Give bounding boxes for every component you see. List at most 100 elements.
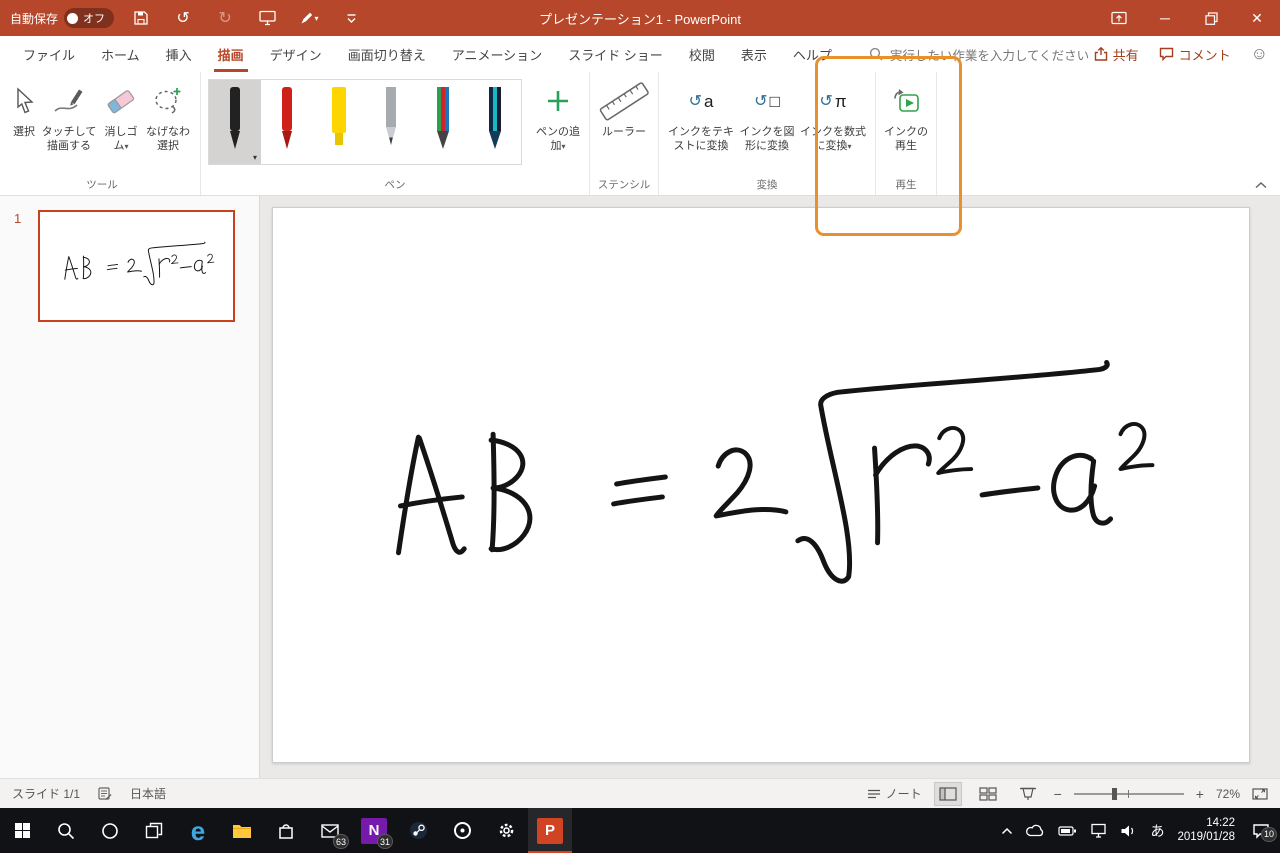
save-button[interactable] — [126, 3, 156, 33]
ime-mode-button[interactable]: あ — [1150, 821, 1164, 841]
store-bag-icon — [279, 823, 293, 839]
pen-tool-button[interactable]: ▾ — [294, 3, 324, 33]
slide-thumbnail[interactable] — [38, 210, 235, 322]
highlighter-yellow[interactable] — [313, 80, 365, 164]
ribbon-content: 選択 タッチして描画する 消しゴム▾ なげなわ選択 ツール ▾ ペンの追加▾ ペ… — [0, 72, 1280, 196]
camera-app-button[interactable] — [440, 808, 484, 853]
task-view-button[interactable] — [132, 808, 176, 853]
eraser-button[interactable]: 消しゴム▾ — [101, 76, 141, 154]
redo-button[interactable]: ↻ — [210, 3, 240, 33]
slide-sorter-view-button[interactable] — [974, 782, 1002, 806]
undo-button[interactable]: ↺ — [168, 3, 198, 33]
tab-insert[interactable]: 挿入 — [153, 36, 205, 72]
start-slideshow-button[interactable] — [252, 3, 282, 33]
ink-to-shape-label: インクを図形に変換 — [739, 126, 795, 152]
undo-icon: ↺ — [176, 10, 190, 27]
zoom-level[interactable]: 72% — [1216, 787, 1240, 801]
editing-canvas: AB = 2√r²−a² — [260, 196, 1280, 778]
status-indicator-button[interactable] — [98, 787, 112, 800]
restore-button[interactable] — [1188, 0, 1234, 36]
black-pen-icon — [230, 87, 240, 149]
autosave-toggle[interactable]: 自動保存 オフ — [10, 8, 115, 28]
tab-view[interactable]: 表示 — [728, 36, 780, 72]
slideshow-view-button[interactable] — [1014, 782, 1042, 806]
ink-to-shape-button[interactable]: ↺ □ インクを図形に変換 — [738, 76, 796, 153]
action-center-button[interactable]: 10 — [1252, 823, 1277, 842]
add-pen-label: ペンの追加▾ — [536, 126, 580, 152]
pen-options-caret-icon[interactable]: ▾ — [253, 153, 257, 162]
language-indicator[interactable]: 日本語 — [130, 785, 166, 802]
tab-design[interactable]: デザイン — [257, 36, 335, 72]
tab-home[interactable]: ホーム — [88, 36, 153, 72]
pen-red[interactable] — [261, 80, 313, 164]
normal-view-button[interactable] — [933, 781, 962, 806]
pen-rainbow[interactable] — [417, 80, 469, 164]
volume-tray-button[interactable] — [1120, 824, 1137, 838]
ink-to-text-button[interactable]: ↺ a インクをテキストに変換 — [666, 76, 736, 153]
lasso-select-button[interactable]: なげなわ選択 — [143, 76, 193, 153]
share-icon — [1094, 47, 1107, 61]
pen-galaxy[interactable] — [469, 80, 521, 164]
fit-to-window-button[interactable] — [1252, 787, 1268, 801]
autosave-pill[interactable]: オフ — [64, 8, 115, 28]
pen-black[interactable]: ▾ — [209, 80, 261, 164]
slide-indicator: スライド 1/1 — [12, 787, 81, 801]
taskbar-clock[interactable]: 14:22 2019/01/28 — [1177, 817, 1235, 844]
ribbon-display-options-button[interactable] — [1096, 0, 1142, 36]
zoom-out-button[interactable]: − — [1054, 786, 1062, 802]
feedback-smiley-button[interactable]: ☺ — [1251, 44, 1268, 64]
red-pen-icon — [282, 87, 292, 149]
ink-formula-drawing — [273, 208, 1249, 762]
pencil-silver[interactable] — [365, 80, 417, 164]
ruler-button[interactable]: ルーラー — [597, 76, 651, 139]
slide-number: 1 — [14, 211, 22, 226]
hidden-icons-button[interactable] — [1001, 827, 1013, 835]
notes-toggle-button[interactable]: ノート — [867, 785, 922, 802]
galaxy-pen-icon — [489, 87, 501, 149]
tab-draw[interactable]: 描画 — [205, 36, 257, 72]
powerpoint-taskbar-button[interactable]: P — [528, 808, 572, 853]
file-explorer-button[interactable] — [220, 808, 264, 853]
minimize-button[interactable]: ─ — [1142, 0, 1188, 36]
store-button[interactable] — [264, 808, 308, 853]
battery-tray-button[interactable] — [1058, 825, 1077, 836]
zoom-slider[interactable] — [1073, 787, 1184, 800]
add-pen-button[interactable]: ペンの追加▾ — [534, 76, 582, 154]
ink-replay-button[interactable]: インクの再生 — [883, 76, 929, 153]
eraser-icon — [107, 90, 135, 114]
redo-icon: ↻ — [218, 10, 232, 27]
tab-file[interactable]: ファイル — [10, 36, 88, 72]
chevron-down-icon: ▾ — [314, 13, 319, 23]
slide-canvas[interactable]: AB = 2√r²−a² — [272, 207, 1250, 763]
taskbar-search-button[interactable] — [44, 808, 88, 853]
mail-button[interactable]: 63 — [308, 808, 352, 853]
close-button[interactable]: ✕ — [1234, 0, 1280, 36]
edge-button[interactable]: e — [176, 808, 220, 853]
select-label: 選択 — [13, 126, 35, 138]
comments-button[interactable]: コメント — [1159, 45, 1231, 64]
slide-thumbnail-pane[interactable]: 1 — [0, 196, 260, 778]
onenote-button[interactable]: N 31 — [352, 808, 396, 853]
collapse-ribbon-button[interactable] — [1254, 181, 1268, 189]
start-button[interactable] — [0, 808, 44, 853]
customize-qat-button[interactable] — [336, 3, 366, 33]
zoom-in-button[interactable]: + — [1196, 786, 1204, 802]
ink-to-math-button[interactable]: ↺ π インクを数式に変換▾ — [798, 76, 868, 154]
steam-button[interactable] — [396, 808, 440, 853]
tell-me-search[interactable]: 実行したい作業を入力してください — [869, 36, 1089, 72]
cortana-icon — [102, 822, 118, 839]
tab-review[interactable]: 校閲 — [676, 36, 728, 72]
settings-button[interactable] — [484, 808, 528, 853]
tab-transitions[interactable]: 画面切り替え — [335, 36, 439, 72]
draw-with-touch-button[interactable]: タッチして描画する — [39, 76, 99, 153]
share-button[interactable]: 共有 — [1094, 45, 1139, 64]
zoom-slider-thumb[interactable] — [1111, 787, 1117, 800]
folder-icon — [233, 824, 251, 838]
tab-help[interactable]: ヘルプ — [780, 36, 845, 72]
network-tray-button[interactable] — [1090, 823, 1107, 838]
tab-slideshow[interactable]: スライド ショー — [555, 36, 676, 72]
tab-animations[interactable]: アニメーション — [439, 36, 555, 72]
cortana-button[interactable] — [88, 808, 132, 853]
onedrive-tray-button[interactable] — [1026, 824, 1045, 837]
select-button[interactable]: 選択 — [11, 76, 37, 139]
